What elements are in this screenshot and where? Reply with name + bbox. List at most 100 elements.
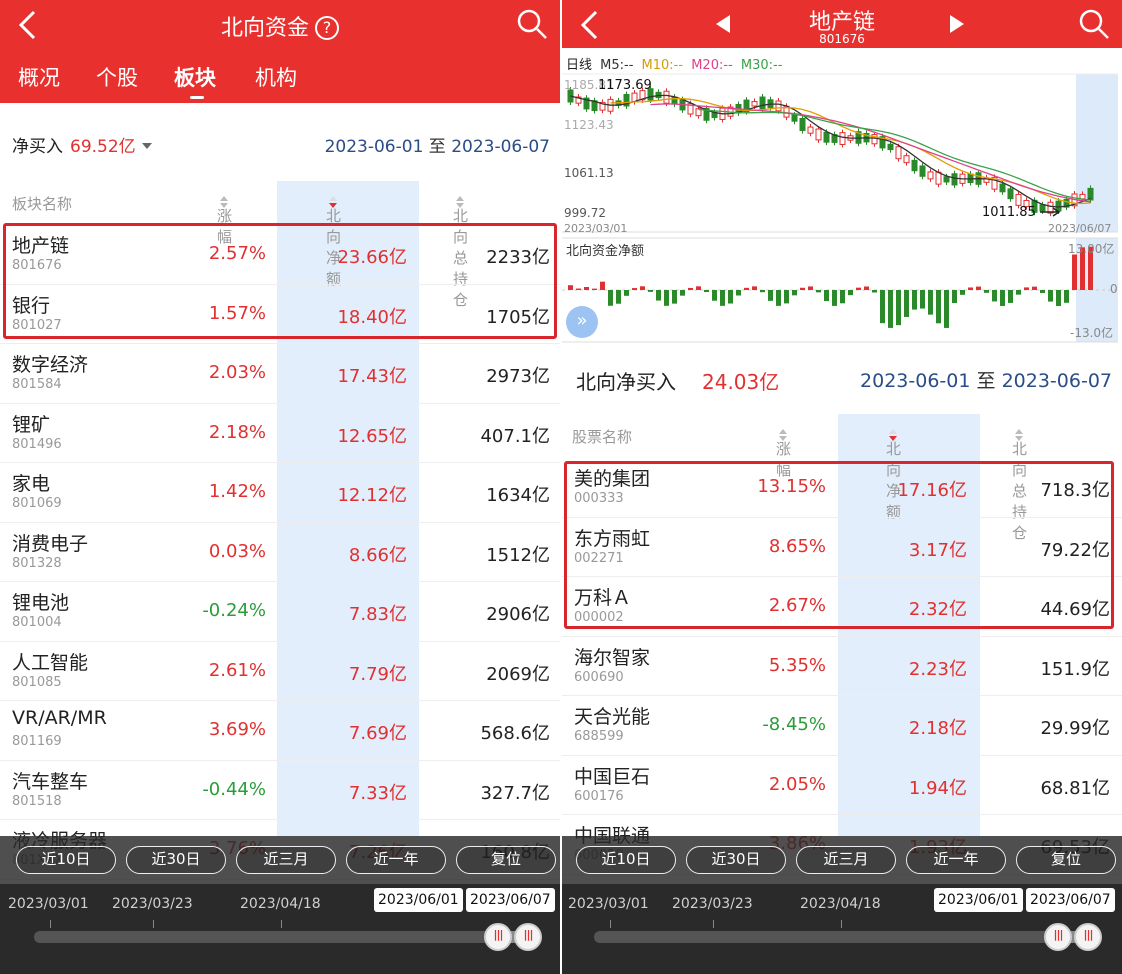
sort-icon — [220, 196, 228, 208]
table-row[interactable]: 人工智能 801085 2.61% 7.79亿 2069亿 — [0, 642, 560, 701]
timeline-start-handle[interactable] — [484, 923, 512, 951]
col-net[interactable]: 北向净额 — [326, 193, 341, 288]
table-row[interactable]: 家电 801069 1.42% 12.12亿 1634亿 — [0, 463, 560, 523]
timeline-track[interactable] — [34, 931, 534, 943]
col-holding[interactable]: 北向总持仓 — [1012, 426, 1027, 542]
flow-bar — [944, 290, 949, 328]
date-range[interactable]: 2023-06-01 至 2023-06-07 — [860, 366, 1112, 393]
tab-institutions[interactable]: 机构 — [255, 62, 297, 92]
row-code: 801069 — [12, 496, 62, 511]
flow-bar — [656, 290, 661, 301]
col-net[interactable]: 北向净额 — [886, 426, 901, 521]
date-range[interactable]: 2023-06-01 至 2023-06-07 — [325, 132, 550, 157]
btn-reset[interactable]: 复位 — [456, 846, 556, 874]
row-code: 801496 — [12, 436, 62, 452]
flow-bar — [896, 290, 901, 326]
row-name: 家电 — [12, 473, 51, 495]
timeline-start-handle[interactable] — [1044, 923, 1072, 951]
table-row[interactable]: 地产链 801676 2.57% 23.66亿 2233亿 — [0, 225, 560, 285]
sector-code: 801676 — [819, 32, 865, 46]
timeline-end-handle[interactable] — [514, 923, 542, 951]
kline-chart-area[interactable]: 日线 M5:-- M10:-- M20:-- M30:-- 1185.81 11… — [562, 48, 1122, 344]
flow-bar — [1048, 290, 1053, 302]
candle-body — [1055, 200, 1062, 212]
flow-bar — [1016, 290, 1021, 295]
btn-last-3-months[interactable]: 近三月 — [236, 846, 336, 874]
btn-last-3-months[interactable]: 近三月 — [796, 846, 896, 874]
row-change: -0.44% — [202, 778, 266, 800]
ma-line-m30 — [698, 108, 1091, 201]
flow-bar — [1056, 290, 1061, 306]
table-row[interactable]: 美的集团 000333 13.15% 17.16亿 718.3亿 — [562, 458, 1122, 518]
btn-last-year[interactable]: 近一年 — [906, 846, 1006, 874]
table-row[interactable]: 天合光能 688599 -8.45% 2.18亿 29.99亿 — [562, 696, 1122, 756]
tab-bar: 概况 个股 板块 机构 — [0, 62, 560, 102]
table-row[interactable]: 银行 801027 1.57% 18.40亿 1705亿 — [0, 285, 560, 344]
table-row[interactable]: 海尔智家 600690 5.35% 2.23亿 151.9亿 — [562, 637, 1122, 696]
col-change[interactable]: 涨幅 — [776, 426, 791, 479]
flow-bar — [696, 286, 701, 290]
row-net-amount: 7.83亿 — [348, 604, 407, 625]
row-change: 2.61% — [208, 659, 266, 681]
tab-sectors[interactable]: 板块 — [174, 62, 216, 92]
row-code: 000333 — [574, 491, 624, 506]
timeline-end-handle[interactable] — [1074, 923, 1102, 951]
timeline-date: 2023/04/18 — [800, 896, 881, 912]
candle — [575, 94, 582, 107]
btn-reset[interactable]: 复位 — [1016, 846, 1116, 874]
table-row[interactable]: 锂电池 801004 -0.24% 7.83亿 2906亿 — [0, 582, 560, 642]
candle-body — [839, 132, 846, 145]
search-icon[interactable] — [516, 8, 548, 40]
flow-bar — [616, 290, 621, 304]
table-row[interactable]: 锂矿 801496 2.18% 12.65亿 407.1亿 — [0, 404, 560, 463]
row-net-amount: 7.79亿 — [348, 663, 407, 685]
table-row[interactable]: 东方雨虹 002271 8.65% 3.17亿 79.22亿 — [562, 518, 1122, 577]
col-change[interactable]: 涨幅 — [217, 193, 232, 246]
candle — [1047, 199, 1054, 217]
left-panel: 北向资金? 概况 个股 板块 机构 净买入 69.52亿 2023-06-01 … — [0, 0, 560, 974]
tab-overview[interactable]: 概况 — [18, 62, 60, 92]
flow-bar — [904, 290, 909, 317]
table-row[interactable]: 消费电子 801328 0.03% 8.66亿 1512亿 — [0, 523, 560, 582]
dropdown-caret-icon[interactable] — [141, 143, 152, 149]
tab-stocks[interactable]: 个股 — [96, 62, 138, 92]
candle — [703, 105, 710, 124]
timeline-track[interactable] — [594, 931, 1094, 943]
row-net-amount: 7.69亿 — [348, 723, 407, 744]
table-row[interactable]: 中国巨石 600176 2.05% 1.94亿 68.81亿 — [562, 756, 1122, 815]
net-buy-value[interactable]: 69.52亿 — [70, 132, 152, 157]
row-holding: 327.7亿 — [480, 782, 550, 804]
next-sector-icon[interactable] — [950, 15, 964, 33]
candle — [599, 99, 606, 114]
col-holding[interactable]: 北向总持仓 — [453, 193, 468, 309]
row-holding: 1634亿 — [486, 485, 550, 506]
btn-last-10-days[interactable]: 近10日 — [576, 846, 676, 874]
btn-last-30-days[interactable]: 近30日 — [686, 846, 786, 874]
row-name: 银行 — [12, 294, 51, 317]
expand-chart-icon[interactable]: » — [566, 306, 598, 338]
flow-bar — [960, 290, 965, 295]
row-change: 2.18% — [208, 421, 266, 443]
help-icon[interactable]: ? — [315, 16, 339, 40]
candle-body — [791, 114, 798, 122]
row-net-amount: 1.94亿 — [908, 777, 967, 799]
search-icon[interactable] — [1078, 8, 1110, 40]
table-header: 股票名称 涨幅 北向净额 北向总持仓 — [562, 414, 1122, 542]
net-buy-summary: 净买入 69.52亿 2023-06-01 至 2023-06-07 — [0, 124, 560, 164]
flow-bar — [792, 290, 797, 296]
btn-last-year[interactable]: 近一年 — [346, 846, 446, 874]
row-change: 2.57% — [208, 243, 266, 264]
flow-bar — [952, 290, 957, 304]
candle — [903, 152, 910, 166]
btn-last-30-days[interactable]: 近30日 — [126, 846, 226, 874]
btn-last-10-days[interactable]: 近10日 — [16, 846, 116, 874]
candle-body — [1007, 188, 1014, 200]
table-row[interactable]: 数字经济 801584 2.03% 17.43亿 2973亿 — [0, 344, 560, 404]
flow-bar — [752, 286, 757, 290]
candle — [911, 157, 918, 174]
candle — [1007, 185, 1014, 202]
table-row[interactable]: 万科Ａ 000002 2.67% 2.32亿 44.69亿 — [562, 577, 1122, 637]
table-row[interactable]: VR/AR/MR 801169 3.69% 7.69亿 568.6亿 — [0, 701, 560, 761]
row-name: 汽车整车 — [12, 770, 89, 793]
table-row[interactable]: 汽车整车 801518 -0.44% 7.33亿 327.7亿 — [0, 761, 560, 820]
